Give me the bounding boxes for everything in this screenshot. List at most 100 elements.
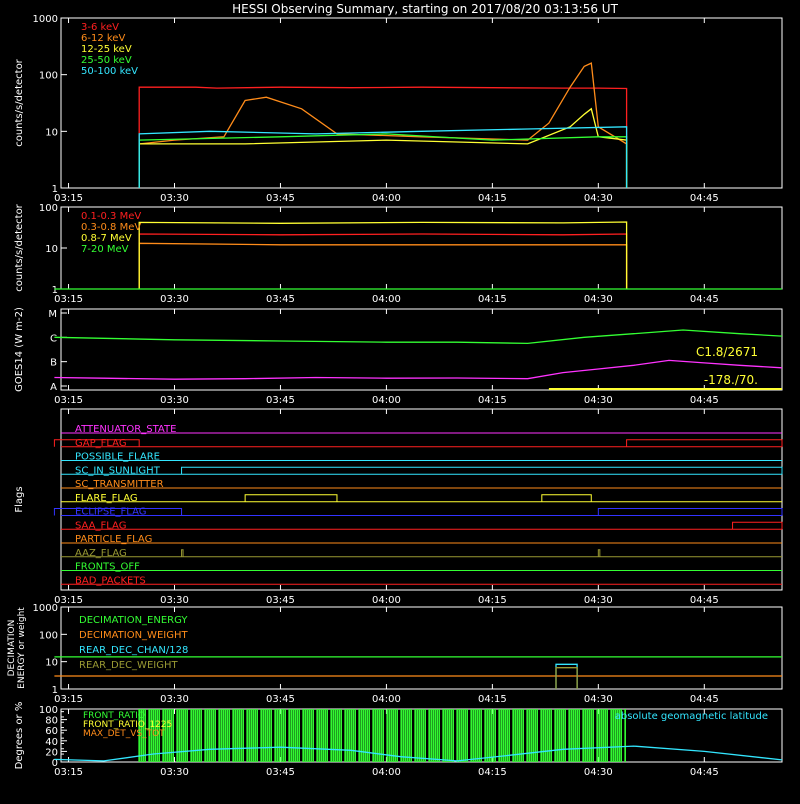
time-tick-label: 03:45	[266, 767, 295, 778]
time-tick-label: 03:30	[160, 395, 189, 406]
time-tick-label: 04:00	[372, 193, 401, 204]
time-tick-label: 04:15	[478, 395, 507, 406]
series-line-6-12-kev	[138, 62, 628, 188]
panel-frame-lightcurves	[60, 17, 783, 189]
flag-spike-aaz_flag	[181, 549, 184, 557]
time-tick-label: 03:45	[266, 193, 295, 204]
series-line-0-3-0-8-mev	[138, 242, 628, 289]
goes-class-label: C	[50, 333, 57, 344]
time-tick-label: 04:30	[584, 694, 613, 705]
time-tick-label: 04:15	[478, 595, 507, 606]
time-tick-label: 04:30	[584, 395, 613, 406]
flag-label: POSSIBLE_FLARE	[75, 452, 160, 463]
time-tick-label: 03:15	[54, 294, 83, 305]
axis-label-y: GOES14 (W m-2)	[14, 307, 25, 392]
flag-label: SC_IN_SUNLIGHT	[75, 465, 161, 476]
time-tick-label: 04:00	[372, 595, 401, 606]
flag-spike-aaz_flag	[597, 549, 601, 557]
time-tick-label: 03:30	[160, 294, 189, 305]
time-tick-label: 03:30	[160, 595, 189, 606]
time-tick-label: 03:30	[160, 767, 189, 778]
legend-entry: 7-20 MeV	[81, 244, 129, 255]
flag-label: FRONTS_OFF	[75, 562, 140, 573]
flag-label: FLARE_FLAG	[75, 493, 138, 504]
chart-title: HESSI Observing Summary, starting on 201…	[232, 2, 618, 16]
flag-segment-sc_in_sunlight	[181, 466, 783, 475]
goes-annotation: -178./70.	[704, 373, 758, 387]
series-line-25-50-kev	[138, 133, 628, 188]
goes-annotation: C1.8/2671	[696, 345, 758, 359]
flag-label: AAZ_FLAG	[75, 548, 127, 559]
legend-entry-right: absolute geomagnetic latitude	[615, 711, 768, 722]
legend-entry: 0.8-7 MeV	[81, 233, 132, 244]
time-tick-label: 04:45	[690, 694, 719, 705]
legend-entry: MAX_DET_VS_TOT	[83, 729, 165, 739]
time-tick-label: 03:45	[266, 694, 295, 705]
series-line-0-8-7-mev	[138, 221, 628, 289]
y-tick-label: 1	[52, 285, 58, 296]
legend-entry: DECIMATION_WEIGHT	[79, 630, 188, 641]
goes-class-label: A	[50, 382, 57, 393]
panel-frame-high_energy	[60, 206, 783, 290]
time-tick-label: 04:15	[478, 694, 507, 705]
flag-segment-saa_flag	[732, 521, 783, 530]
panel-frame-flags	[60, 408, 783, 591]
legend-entry: 25-50 keV	[81, 55, 132, 66]
time-tick-label: 03:15	[54, 595, 83, 606]
y-tick-label: 100	[39, 630, 58, 641]
time-tick-label: 03:30	[160, 694, 189, 705]
axis-label-y: Degrees or %	[14, 702, 25, 770]
time-tick-label: 04:00	[372, 767, 401, 778]
time-tick-label: 04:00	[372, 395, 401, 406]
y-tick-label: 10	[45, 658, 58, 669]
time-tick-label: 04:45	[690, 193, 719, 204]
y-tick-label: 100	[39, 71, 58, 82]
y-tick-label: 1	[52, 685, 58, 696]
time-tick-label: 04:00	[372, 294, 401, 305]
y-tick-label: 10	[45, 244, 58, 255]
y-tick-label: 40	[45, 737, 58, 748]
time-tick-label: 04:30	[584, 595, 613, 606]
flag-segment-flare_flag	[541, 494, 592, 502]
legend-entry: 6-12 keV	[81, 33, 125, 44]
flag-label: ATTENUATOR_STATE	[75, 424, 176, 435]
legend-entry: REAR_DEC_WEIGHT	[79, 660, 178, 671]
flag-label: GAP_FLAG	[75, 438, 127, 449]
time-tick-label: 04:00	[372, 694, 401, 705]
series-line-0-1-0-3-mev	[138, 233, 628, 289]
time-tick-label: 04:30	[584, 193, 613, 204]
axis-label-y: counts/s/detector	[14, 58, 25, 146]
y-tick-label: 1000	[33, 14, 58, 25]
legend-entry: 50-100 keV	[81, 66, 138, 77]
time-tick-label: 04:45	[690, 395, 719, 406]
axis-label-y: ENERGY or weight	[17, 607, 27, 689]
y-tick-label: 60	[45, 726, 58, 737]
time-tick-label: 04:30	[584, 294, 613, 305]
legend-entry: 3-6 keV	[81, 22, 119, 33]
time-tick-label: 04:45	[690, 294, 719, 305]
y-tick-label: 1000	[33, 603, 58, 614]
time-tick-label: 03:15	[54, 694, 83, 705]
legend-entry: 12-25 keV	[81, 44, 132, 55]
flag-segment-flare_flag	[244, 494, 338, 502]
series-line-rear-dec-weight	[555, 667, 578, 689]
summary-chart-svg: HESSI Observing Summary, starting on 201…	[7, 2, 783, 778]
legend-entry: DECIMATION_ENERGY	[79, 615, 188, 626]
goes-class-label: B	[50, 358, 57, 369]
time-tick-label: 04:45	[690, 595, 719, 606]
time-tick-label: 04:15	[478, 294, 507, 305]
series-line-12-25-kev	[138, 107, 628, 188]
flag-label: BAD_PACKETS	[75, 575, 146, 586]
y-tick-label: 10	[45, 127, 58, 138]
observing-summary-figure: HESSI Observing Summary, starting on 201…	[0, 0, 800, 800]
legend-entry: REAR_DEC_CHAN/128	[79, 645, 188, 656]
time-tick-label: 03:45	[266, 595, 295, 606]
flag-label: SC_TRANSMITTER	[75, 479, 164, 490]
flag-label: PARTICLE_FLAG	[75, 534, 152, 545]
time-tick-label: 03:45	[266, 395, 295, 406]
flag-label: SAA_FLAG	[75, 520, 126, 531]
time-tick-label: 04:15	[478, 767, 507, 778]
time-tick-label: 03:15	[54, 193, 83, 204]
series-line-goes-1	[54, 359, 783, 380]
flag-label: ECLIPSE_FLAG	[75, 507, 146, 518]
